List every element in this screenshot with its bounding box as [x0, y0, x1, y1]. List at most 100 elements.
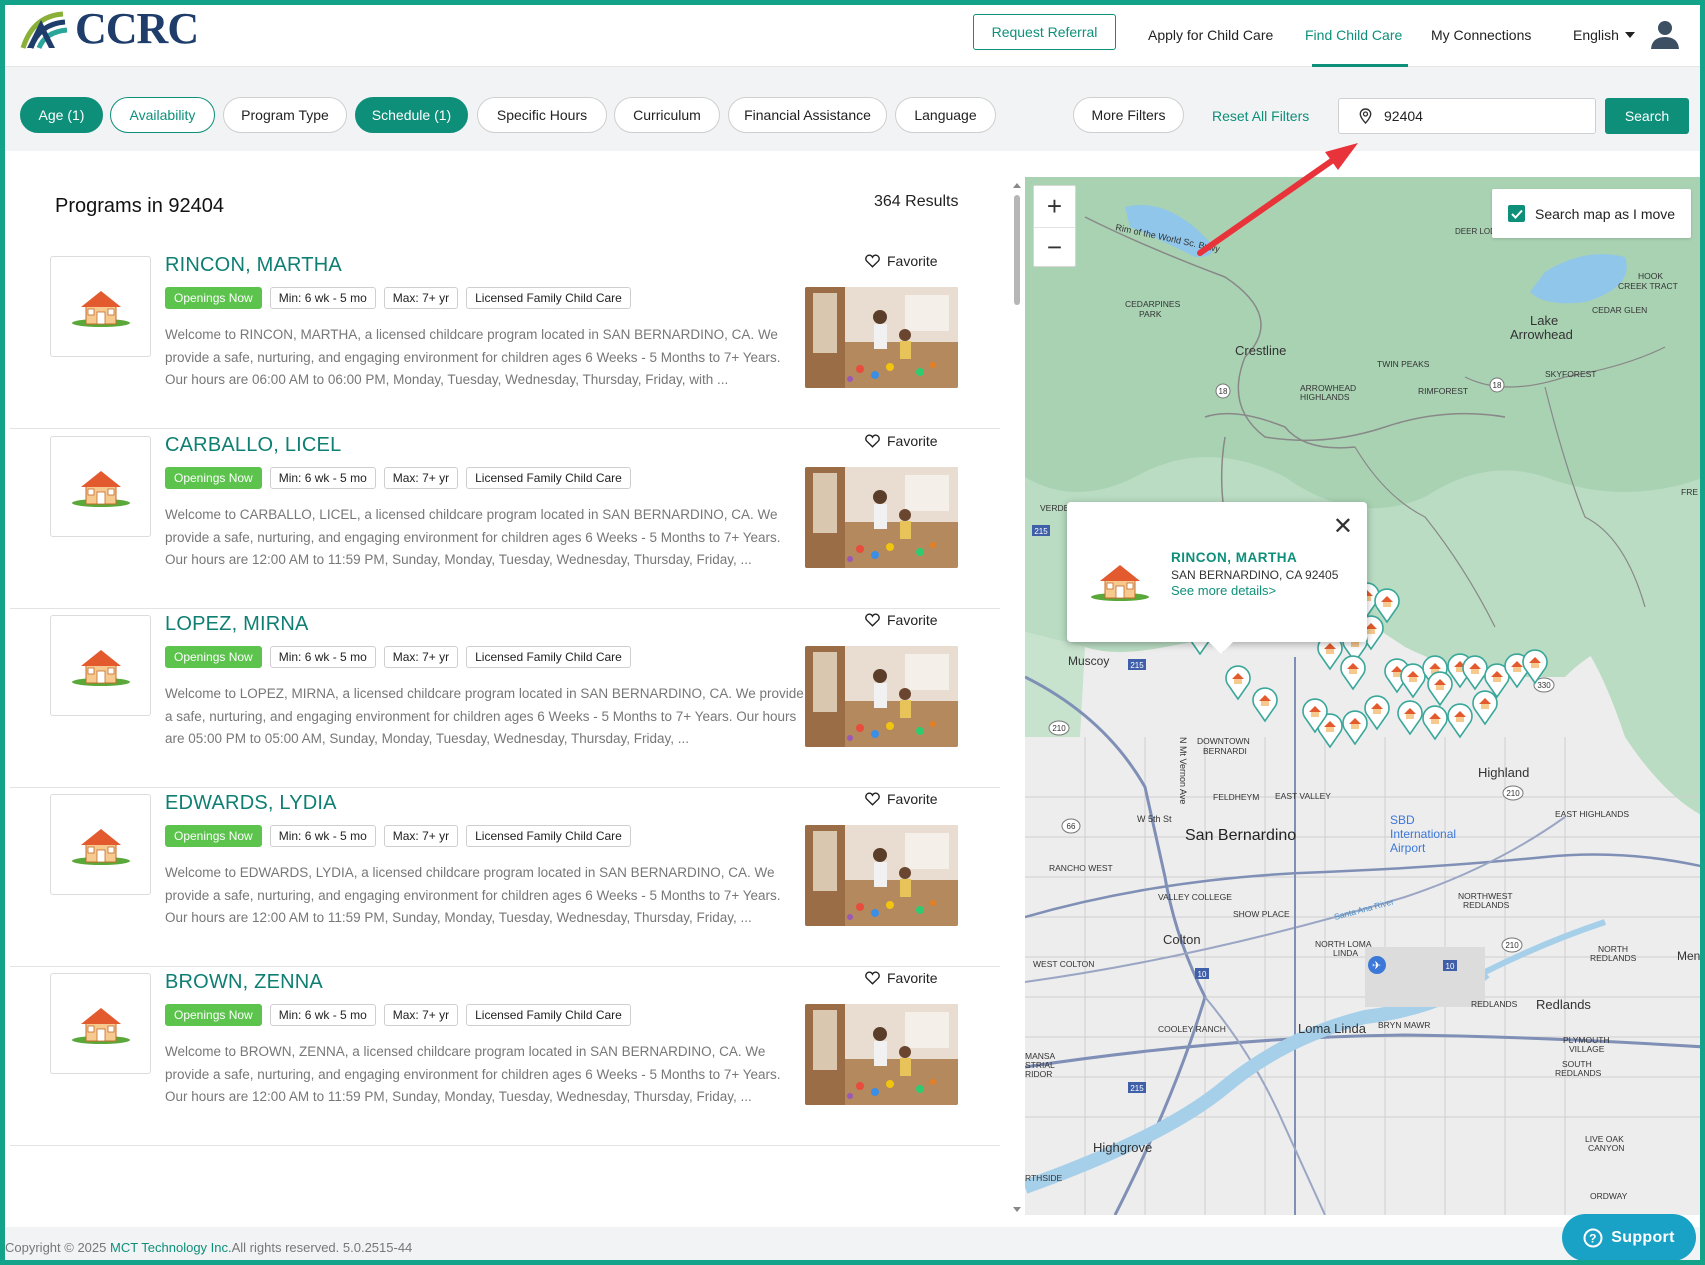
request-referral-button[interactable]: Request Referral: [973, 14, 1116, 50]
filter-curriculum-chip[interactable]: Curriculum: [614, 97, 720, 133]
logo[interactable]: CCRC: [19, 4, 199, 53]
location-pin-icon: [1359, 108, 1372, 124]
map-label-northwest-redlands: REDLANDS: [1463, 900, 1510, 910]
program-thumbnail[interactable]: [50, 615, 151, 716]
nav-find-child-care[interactable]: Find Child Care: [1305, 27, 1402, 43]
road-shield-10-b: 10: [1443, 960, 1457, 971]
min-age-tag: Min: 6 wk - 5 mo: [269, 467, 376, 489]
filter-financial-assistance-chip[interactable]: Financial Assistance: [728, 97, 887, 133]
program-card[interactable]: BROWN, ZENNA Openings Now Min: 6 wk - 5 …: [10, 951, 1000, 1146]
footer: Copyright © 2025 MCT Technology Inc.All …: [5, 1227, 1700, 1260]
support-button[interactable]: ? Support: [1562, 1214, 1696, 1260]
map-label-mentone: Men: [1677, 949, 1700, 963]
copyright-prefix: Copyright © 2025: [5, 1240, 110, 1255]
map-label-show-place: SHOW PLACE: [1233, 909, 1290, 919]
heart-icon: [865, 613, 880, 627]
zoom-in-button[interactable]: +: [1034, 186, 1075, 226]
filter-specific-hours-chip[interactable]: Specific Hours: [477, 97, 607, 133]
program-photo[interactable]: [805, 287, 958, 388]
filter-language-chip[interactable]: Language: [895, 97, 996, 133]
user-avatar-icon[interactable]: [1649, 18, 1681, 50]
program-photo[interactable]: [805, 825, 958, 926]
popup-see-more-link[interactable]: See more details>: [1171, 583, 1276, 598]
favorite-button[interactable]: Favorite: [865, 791, 938, 807]
svg-text:10: 10: [1198, 970, 1207, 979]
favorite-button[interactable]: Favorite: [865, 253, 938, 269]
program-thumbnail[interactable]: [50, 256, 151, 357]
nav-apply-child-care[interactable]: Apply for Child Care: [1148, 27, 1273, 43]
program-card[interactable]: RINCON, MARTHA Openings Now Min: 6 wk - …: [10, 234, 1000, 429]
zip-search-input[interactable]: [1384, 108, 1564, 124]
logo-arc-icon: [20, 11, 68, 50]
map[interactable]: ✈ Rim of the World Sc. Bywy CEDARPINES P…: [1025, 177, 1705, 1215]
map-label-cooley-ranch: COOLEY RANCH: [1158, 1024, 1226, 1034]
filter-availability-chip[interactable]: Availability: [110, 97, 215, 133]
reset-all-filters-link[interactable]: Reset All Filters: [1212, 108, 1309, 124]
nav-my-connections[interactable]: My Connections: [1431, 27, 1531, 43]
program-description: Welcome to EDWARDS, LYDIA, a licensed ch…: [165, 865, 781, 925]
map-label-sbd-2: International: [1390, 827, 1456, 841]
list-scrollbar[interactable]: [1011, 180, 1023, 1215]
popup-program-name[interactable]: RINCON, MARTHA: [1171, 550, 1297, 565]
program-card[interactable]: LOPEZ, MIRNA Openings Now Min: 6 wk - 5 …: [10, 593, 1000, 788]
road-shield-215-b: 215: [1128, 659, 1146, 670]
favorite-button[interactable]: Favorite: [865, 970, 938, 986]
company-link[interactable]: MCT Technology Inc.: [110, 1240, 232, 1255]
map-label-arrowhead: Arrowhead: [1510, 327, 1573, 342]
filter-program-type-chip[interactable]: Program Type: [223, 97, 347, 133]
min-age-tag: Min: 6 wk - 5 mo: [269, 825, 376, 847]
filter-age-chip[interactable]: Age (1): [20, 97, 103, 133]
openings-now-badge: Openings Now: [165, 825, 262, 847]
map-label-rthside: RTHSIDE: [1025, 1173, 1062, 1183]
program-name[interactable]: EDWARDS, LYDIA: [165, 792, 337, 815]
search-map-as-move-toggle[interactable]: Search map as I move: [1492, 189, 1691, 238]
program-description: Welcome to CARBALLO, LICEL, a licensed c…: [165, 507, 781, 567]
zoom-out-button[interactable]: −: [1034, 227, 1075, 267]
svg-text:215: 215: [1130, 661, 1144, 670]
filter-schedule-chip[interactable]: Schedule (1): [355, 97, 468, 133]
map-canvas[interactable]: ✈ Rim of the World Sc. Bywy CEDARPINES P…: [1025, 177, 1705, 1215]
zip-search-field[interactable]: [1338, 98, 1596, 134]
program-name[interactable]: RINCON, MARTHA: [165, 254, 342, 277]
max-age-tag: Max: 7+ yr: [383, 825, 459, 847]
language-selector[interactable]: English: [1573, 27, 1635, 43]
program-card[interactable]: CARBALLO, LICEL Openings Now Min: 6 wk -…: [10, 414, 1000, 609]
program-thumbnail[interactable]: [50, 794, 151, 895]
more-filters-button[interactable]: More Filters: [1073, 97, 1184, 133]
results-count: 364 Results: [874, 193, 959, 210]
checkbox-checked-icon[interactable]: [1508, 205, 1525, 222]
program-thumbnail[interactable]: [50, 973, 151, 1074]
svg-text:✈: ✈: [1372, 959, 1381, 972]
program-photo[interactable]: [805, 467, 958, 568]
openings-now-badge: Openings Now: [165, 646, 262, 668]
favorite-button[interactable]: Favorite: [865, 612, 938, 628]
program-card[interactable]: EDWARDS, LYDIA Openings Now Min: 6 wk - …: [10, 772, 1000, 967]
copyright: Copyright © 2025 MCT Technology Inc.All …: [5, 1240, 412, 1255]
min-age-tag: Min: 6 wk - 5 mo: [269, 646, 376, 668]
program-name[interactable]: BROWN, ZENNA: [165, 971, 323, 994]
house-icon: [71, 1007, 130, 1044]
favorite-label: Favorite: [887, 791, 938, 807]
program-description: Welcome to RINCON, MARTHA, a licensed ch…: [165, 327, 781, 387]
scroll-thumb[interactable]: [1014, 195, 1020, 305]
road-shield-18: 18: [1215, 383, 1231, 399]
program-thumbnail[interactable]: [50, 436, 151, 537]
program-photo[interactable]: [805, 646, 958, 747]
search-button[interactable]: Search: [1605, 98, 1689, 134]
favorite-button[interactable]: Favorite: [865, 433, 938, 449]
program-list: Programs in 92404 364 Results RINCON, MA…: [10, 165, 1010, 1215]
program-photo[interactable]: [805, 1004, 958, 1105]
close-icon[interactable]: ✕: [1333, 512, 1353, 541]
scroll-down-icon[interactable]: [1011, 1205, 1023, 1215]
help-circle-icon: ?: [1583, 1228, 1603, 1247]
logo-text: CCRC: [75, 4, 199, 53]
house-icon: [1091, 565, 1149, 601]
list-heading: Programs in 92404: [55, 195, 224, 217]
program-name[interactable]: LOPEZ, MIRNA: [165, 613, 309, 636]
program-name[interactable]: CARBALLO, LICEL: [165, 434, 341, 457]
map-label-colton: Colton: [1163, 932, 1201, 947]
map-label-redlands-district: REDLANDS: [1471, 999, 1518, 1009]
program-description: Welcome to LOPEZ, MIRNA, a licensed chil…: [165, 686, 804, 746]
program-type-tag: Licensed Family Child Care: [466, 1004, 631, 1026]
scroll-up-icon[interactable]: [1011, 180, 1023, 190]
